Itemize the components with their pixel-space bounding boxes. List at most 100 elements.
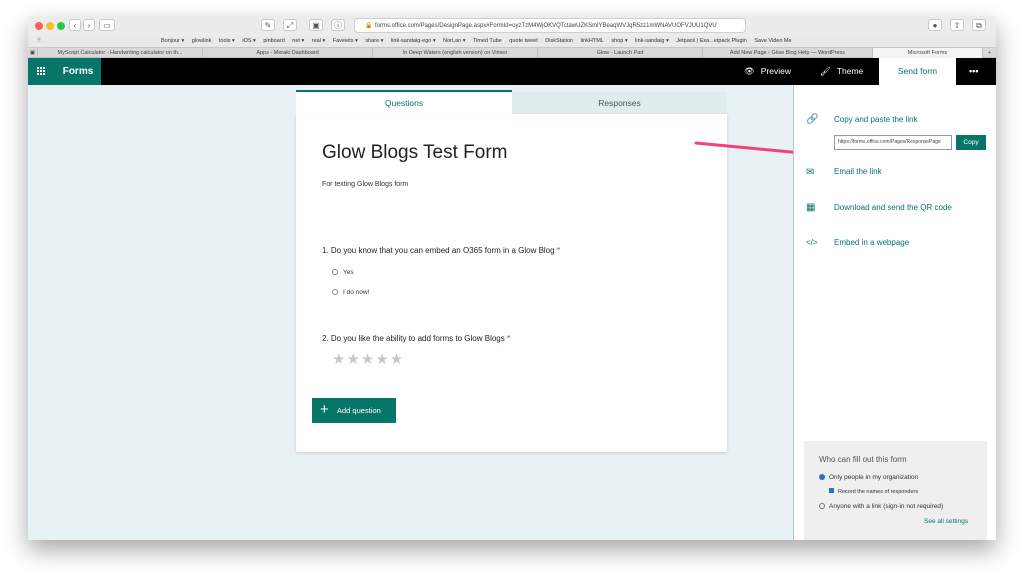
add-question-button[interactable]: + Add question [312, 398, 396, 423]
option-label: Yes [343, 269, 354, 276]
bookmark-list: Bonjour ▾ glowlink tools ▾ iOS ▾ pinboar… [161, 36, 798, 47]
bookmark-item[interactable]: glowlink [192, 38, 212, 44]
bookmark-item[interactable]: iOS ▾ [242, 38, 255, 44]
bookmark-item[interactable]: share ▾ [365, 38, 383, 44]
only-org-label: Only people in my organization [829, 474, 919, 481]
bookmark-item[interactable]: link-sandaig ▾ [635, 38, 669, 44]
tab-questions[interactable]: Questions [296, 90, 512, 114]
sidebar-icon[interactable]: ▭ [99, 19, 115, 31]
bookmark-item[interactable]: Faveiets ▾ [333, 38, 358, 44]
checkbox-checked-icon [829, 488, 834, 493]
qr-code-option[interactable]: Download and send the QR code [834, 203, 952, 212]
pen-extension-icon[interactable]: ✎ [261, 19, 275, 31]
bookmark-item[interactable]: quote tweet [509, 38, 537, 44]
browser-tab-strip: ▣ MyScript Calculator - Handwriting calc… [28, 47, 996, 58]
radio-icon [819, 503, 825, 509]
bookmark-item[interactable]: Bonjour ▾ [161, 38, 184, 44]
top-sites-icon[interactable]: ⠿ [37, 36, 41, 47]
embed-option[interactable]: Embed in a webpage [834, 238, 909, 247]
permissions-box: Who can fill out this form Only people i… [804, 441, 987, 540]
pinned-tab[interactable]: ▣ [28, 48, 38, 58]
add-question-label: Add question [337, 406, 381, 415]
question-2[interactable]: 2. Do you like the ability to add forms … [322, 334, 510, 343]
question-1[interactable]: 1. Do you know that you can embed an O36… [322, 246, 560, 255]
radio-selected-icon [819, 474, 825, 480]
bookmark-item[interactable]: link-sandaig-ego ▾ [391, 38, 436, 44]
anyone-radio[interactable]: Anyone with a link (sign-in not required… [819, 503, 943, 510]
info-icon[interactable]: ⓘ [331, 19, 345, 31]
email-icon: ✉ [806, 167, 815, 178]
share-link-field[interactable]: https://forms.office.com/Pages/ResponseP… [834, 135, 952, 150]
question-1-option[interactable]: Yes [332, 269, 354, 276]
address-bar-url: forms.office.com/Pages/DesignPage.aspx#F… [375, 23, 717, 29]
bookmark-item[interactable]: shop ▾ [611, 38, 627, 44]
browser-tab[interactable]: MyScript Calculator - Handwriting calcul… [38, 48, 203, 58]
bookmark-item[interactable]: Timed Tube [473, 38, 502, 44]
privacy-icon[interactable]: ● [928, 19, 942, 31]
minimize-window-button[interactable] [46, 22, 54, 30]
record-names-checkbox[interactable]: Record the names of responders [829, 488, 918, 495]
browser-tab[interactable]: Glow - Launch Pad [538, 48, 703, 58]
required-marker: * [556, 246, 560, 255]
browser-tab[interactable]: In Deep Waters (english version) on Vime… [373, 48, 538, 58]
bookmark-item[interactable]: Save Video Me [754, 38, 791, 44]
bookmark-item[interactable]: Jetpack | Exa...etpack Plugin [676, 38, 747, 44]
tab-overview-icon[interactable]: ⧉ [972, 19, 986, 31]
option-label: I do now! [343, 289, 370, 296]
form-card: Glow Blogs Test Form For texting Glow Bl… [296, 114, 727, 452]
new-tab-icon[interactable]: + [983, 48, 996, 58]
eye-icon: 👁 [744, 66, 755, 76]
only-org-radio[interactable]: Only people in my organization [819, 474, 918, 481]
bookmark-item[interactable]: linkHTML [581, 38, 604, 44]
forward-icon[interactable]: › [83, 19, 95, 31]
close-window-button[interactable] [35, 22, 43, 30]
anyone-label: Anyone with a link (sign-in not required… [829, 503, 944, 510]
link-icon: 🔗 [806, 114, 819, 125]
reader-extension-icon[interactable]: ▣ [309, 19, 323, 31]
preview-button[interactable]: 👁 Preview [744, 58, 791, 85]
email-link-option[interactable]: Email the link [834, 167, 882, 176]
bookmark-item[interactable]: DiskStation [545, 38, 573, 44]
send-form-button[interactable]: Send form [879, 58, 956, 85]
question-1-option[interactable]: I do now! [332, 289, 369, 296]
browser-toolbar: ‹ › ▭ ✎ ⤢ ▣ ⓘ 🔒 forms.office.com/Pages/D… [28, 16, 996, 37]
form-title[interactable]: Glow Blogs Test Form [322, 142, 507, 164]
bookmark-item[interactable]: pinboard [263, 38, 284, 44]
copy-button[interactable]: Copy [956, 135, 986, 150]
more-options-icon[interactable]: ••• [969, 58, 978, 85]
bookmark-item[interactable]: NorLan ▾ [443, 38, 465, 44]
see-all-settings-link[interactable]: See all settings [924, 518, 968, 525]
star-rating[interactable]: ★★★★★ [332, 350, 404, 368]
app-name[interactable]: Forms [55, 58, 101, 85]
app-launcher-icon[interactable] [28, 58, 55, 85]
browser-tab[interactable]: Apps - Meraki Dashboard [203, 48, 373, 58]
permissions-title: Who can fill out this form [819, 455, 907, 464]
browser-tab-active[interactable]: Microsoft Forms [873, 48, 983, 58]
brush-icon: 🖌 [820, 66, 831, 76]
theme-button[interactable]: 🖌 Theme [820, 58, 863, 85]
tab-responses[interactable]: Responses [512, 92, 727, 114]
lock-icon: 🔒 [365, 23, 373, 29]
browser-window: ‹ › ▭ ✎ ⤢ ▣ ⓘ 🔒 forms.office.com/Pages/D… [28, 16, 996, 540]
radio-icon [332, 269, 338, 275]
required-marker: * [507, 334, 511, 343]
embed-icon: </> [806, 238, 818, 247]
bookmark-item[interactable]: real ▾ [312, 38, 325, 44]
browser-tab[interactable]: Add New Page ‹ Glow Blog Help — WordPres… [703, 48, 873, 58]
expand-icon[interactable]: ⤢ [283, 19, 297, 31]
back-icon[interactable]: ‹ [69, 19, 81, 31]
form-description[interactable]: For texting Glow Blogs form [322, 181, 408, 188]
send-form-panel: 🔗 Copy and paste the link https://forms.… [793, 85, 996, 540]
address-bar[interactable]: 🔒 forms.office.com/Pages/DesignPage.aspx… [354, 18, 746, 33]
bookmark-item[interactable]: net ▾ [292, 38, 304, 44]
radio-icon [332, 289, 338, 295]
share-icon[interactable]: ⇧ [950, 19, 964, 31]
question-2-text: 2. Do you like the ability to add forms … [322, 334, 505, 343]
qr-code-icon: ▦ [806, 202, 816, 213]
zoom-window-button[interactable] [57, 22, 65, 30]
bookmark-item[interactable]: tools ▾ [219, 38, 235, 44]
forms-header: Forms 👁 Preview 🖌 Theme Send form ••• [28, 58, 996, 85]
copy-link-label[interactable]: Copy and paste the link [834, 115, 918, 124]
question-1-text: 1. Do you know that you can embed an O36… [322, 246, 555, 255]
theme-label: Theme [836, 66, 864, 76]
